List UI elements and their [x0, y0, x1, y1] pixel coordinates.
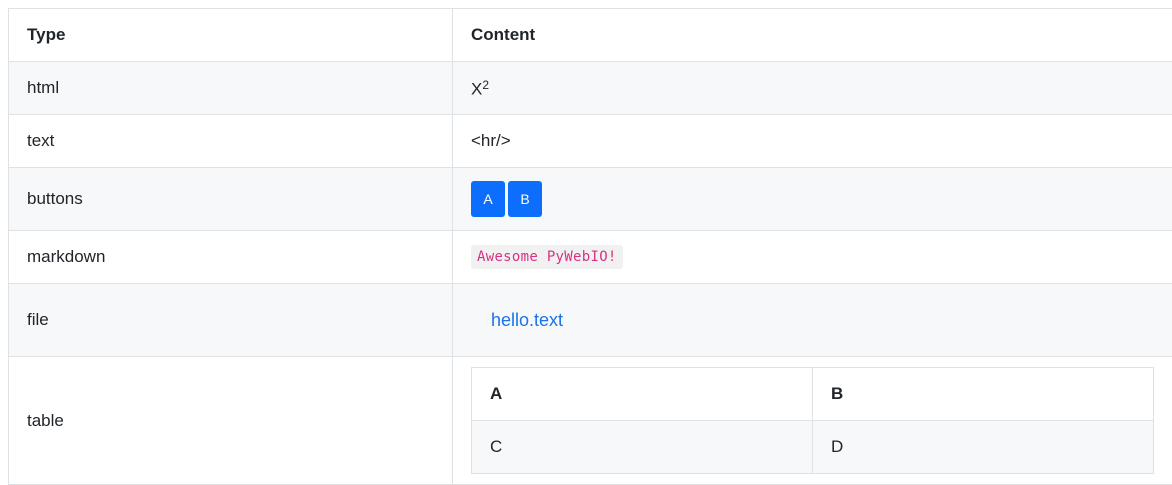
table-row-table: table A B C D: [9, 357, 1172, 485]
table-row-file: file hello.text: [9, 284, 1172, 357]
nested-header-b: B: [813, 368, 1154, 421]
nested-header-a: A: [472, 368, 813, 421]
nested-data-row: C D: [472, 421, 1154, 474]
type-cell-file: file: [9, 284, 453, 357]
content-cell-buttons: AB: [453, 168, 1172, 231]
button-a[interactable]: A: [471, 181, 505, 217]
content-cell-html: X2: [453, 62, 1172, 115]
content-cell-table: A B C D: [453, 357, 1172, 485]
html-superscript: 2: [482, 78, 489, 92]
table-row-text: text <hr/>: [9, 115, 1172, 168]
markdown-inline-code: Awesome PyWebIO!: [471, 245, 623, 269]
file-download-link[interactable]: hello.text: [491, 310, 563, 330]
nested-cell-d: D: [813, 421, 1154, 474]
output-table: Type Content html X2 text <hr/> buttons …: [8, 8, 1172, 485]
nested-header-row: A B: [472, 368, 1154, 421]
table-row-markdown: markdown Awesome PyWebIO!: [9, 231, 1172, 284]
column-header-type: Type: [9, 9, 453, 62]
nested-cell-c: C: [472, 421, 813, 474]
content-cell-file: hello.text: [453, 284, 1172, 357]
content-cell-text: <hr/>: [453, 115, 1172, 168]
type-cell-buttons: buttons: [9, 168, 453, 231]
type-cell-html: html: [9, 62, 453, 115]
html-base-text: X: [471, 79, 482, 98]
type-cell-markdown: markdown: [9, 231, 453, 284]
table-row-buttons: buttons AB: [9, 168, 1172, 231]
table-row-html: html X2: [9, 62, 1172, 115]
column-header-content: Content: [453, 9, 1172, 62]
nested-table: A B C D: [471, 367, 1154, 474]
type-cell-text: text: [9, 115, 453, 168]
type-cell-table: table: [9, 357, 453, 485]
button-b[interactable]: B: [508, 181, 542, 217]
content-cell-markdown: Awesome PyWebIO!: [453, 231, 1172, 284]
header-row: Type Content: [9, 9, 1172, 62]
